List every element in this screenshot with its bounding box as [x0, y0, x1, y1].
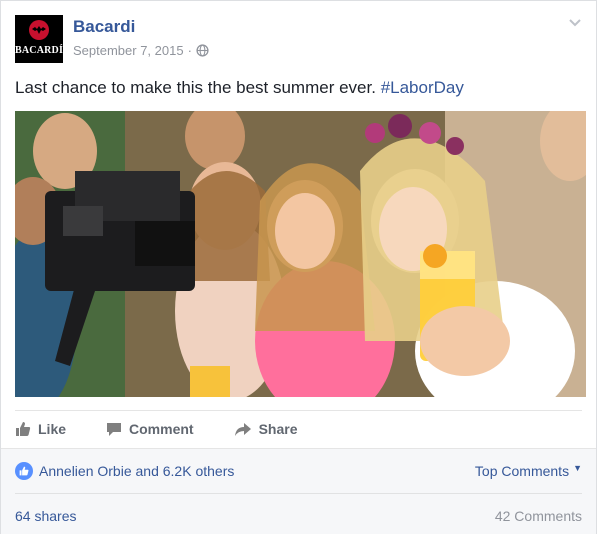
thumbs-up-icon [16, 422, 31, 436]
post-message-text: Last chance to make this the best summer… [15, 78, 376, 97]
likes-row: Annelien Orbie and 6.2K others Top Comme… [15, 449, 582, 494]
share-label: Share [258, 421, 298, 437]
comment-icon [107, 423, 122, 436]
likers-link[interactable]: Annelien Orbie and 6.2K others [39, 463, 234, 479]
post-meta: September 7, 2015 · [73, 43, 209, 58]
shares-link[interactable]: 64 shares [15, 508, 76, 524]
comment-button[interactable]: Comment [106, 421, 194, 437]
globe-icon[interactable] [196, 44, 209, 57]
top-comments-dropdown[interactable]: Top Comments ▼ [475, 463, 582, 479]
post-date[interactable]: September 7, 2015 [73, 43, 184, 58]
post-header: BACARDÍ Bacardi September 7, 2015 · [15, 15, 582, 65]
like-label: Like [38, 421, 67, 437]
top-comments-label: Top Comments [474, 463, 570, 479]
page-avatar[interactable]: BACARDÍ [15, 15, 63, 63]
hashtag-link[interactable]: #LaborDay [381, 78, 464, 97]
like-reaction-icon [15, 462, 33, 480]
post-actions: Like Comment Share [15, 411, 338, 447]
chevron-down-icon[interactable] [568, 17, 582, 27]
bat-logo-icon [32, 26, 46, 34]
share-button[interactable]: Share [234, 421, 298, 437]
meta-separator: · [187, 43, 192, 58]
like-button[interactable]: Like [15, 421, 66, 437]
caret-down-icon: ▼ [573, 463, 582, 473]
post-message: Last chance to make this the best summer… [15, 78, 464, 98]
logo-wordmark: BACARDÍ [15, 45, 63, 56]
post-photo[interactable] [15, 111, 586, 397]
share-arrow-icon [234, 423, 251, 436]
comments-count[interactable]: 42 Comments [495, 508, 582, 524]
stats-row: 64 shares 42 Comments [15, 495, 582, 534]
post-card: BACARDÍ Bacardi September 7, 2015 · Last… [0, 0, 597, 534]
engagement-footer: Annelien Orbie and 6.2K others Top Comme… [1, 448, 596, 534]
comment-label: Comment [129, 421, 194, 437]
photo-illustration [15, 111, 586, 397]
page-name-link[interactable]: Bacardi [73, 17, 135, 37]
